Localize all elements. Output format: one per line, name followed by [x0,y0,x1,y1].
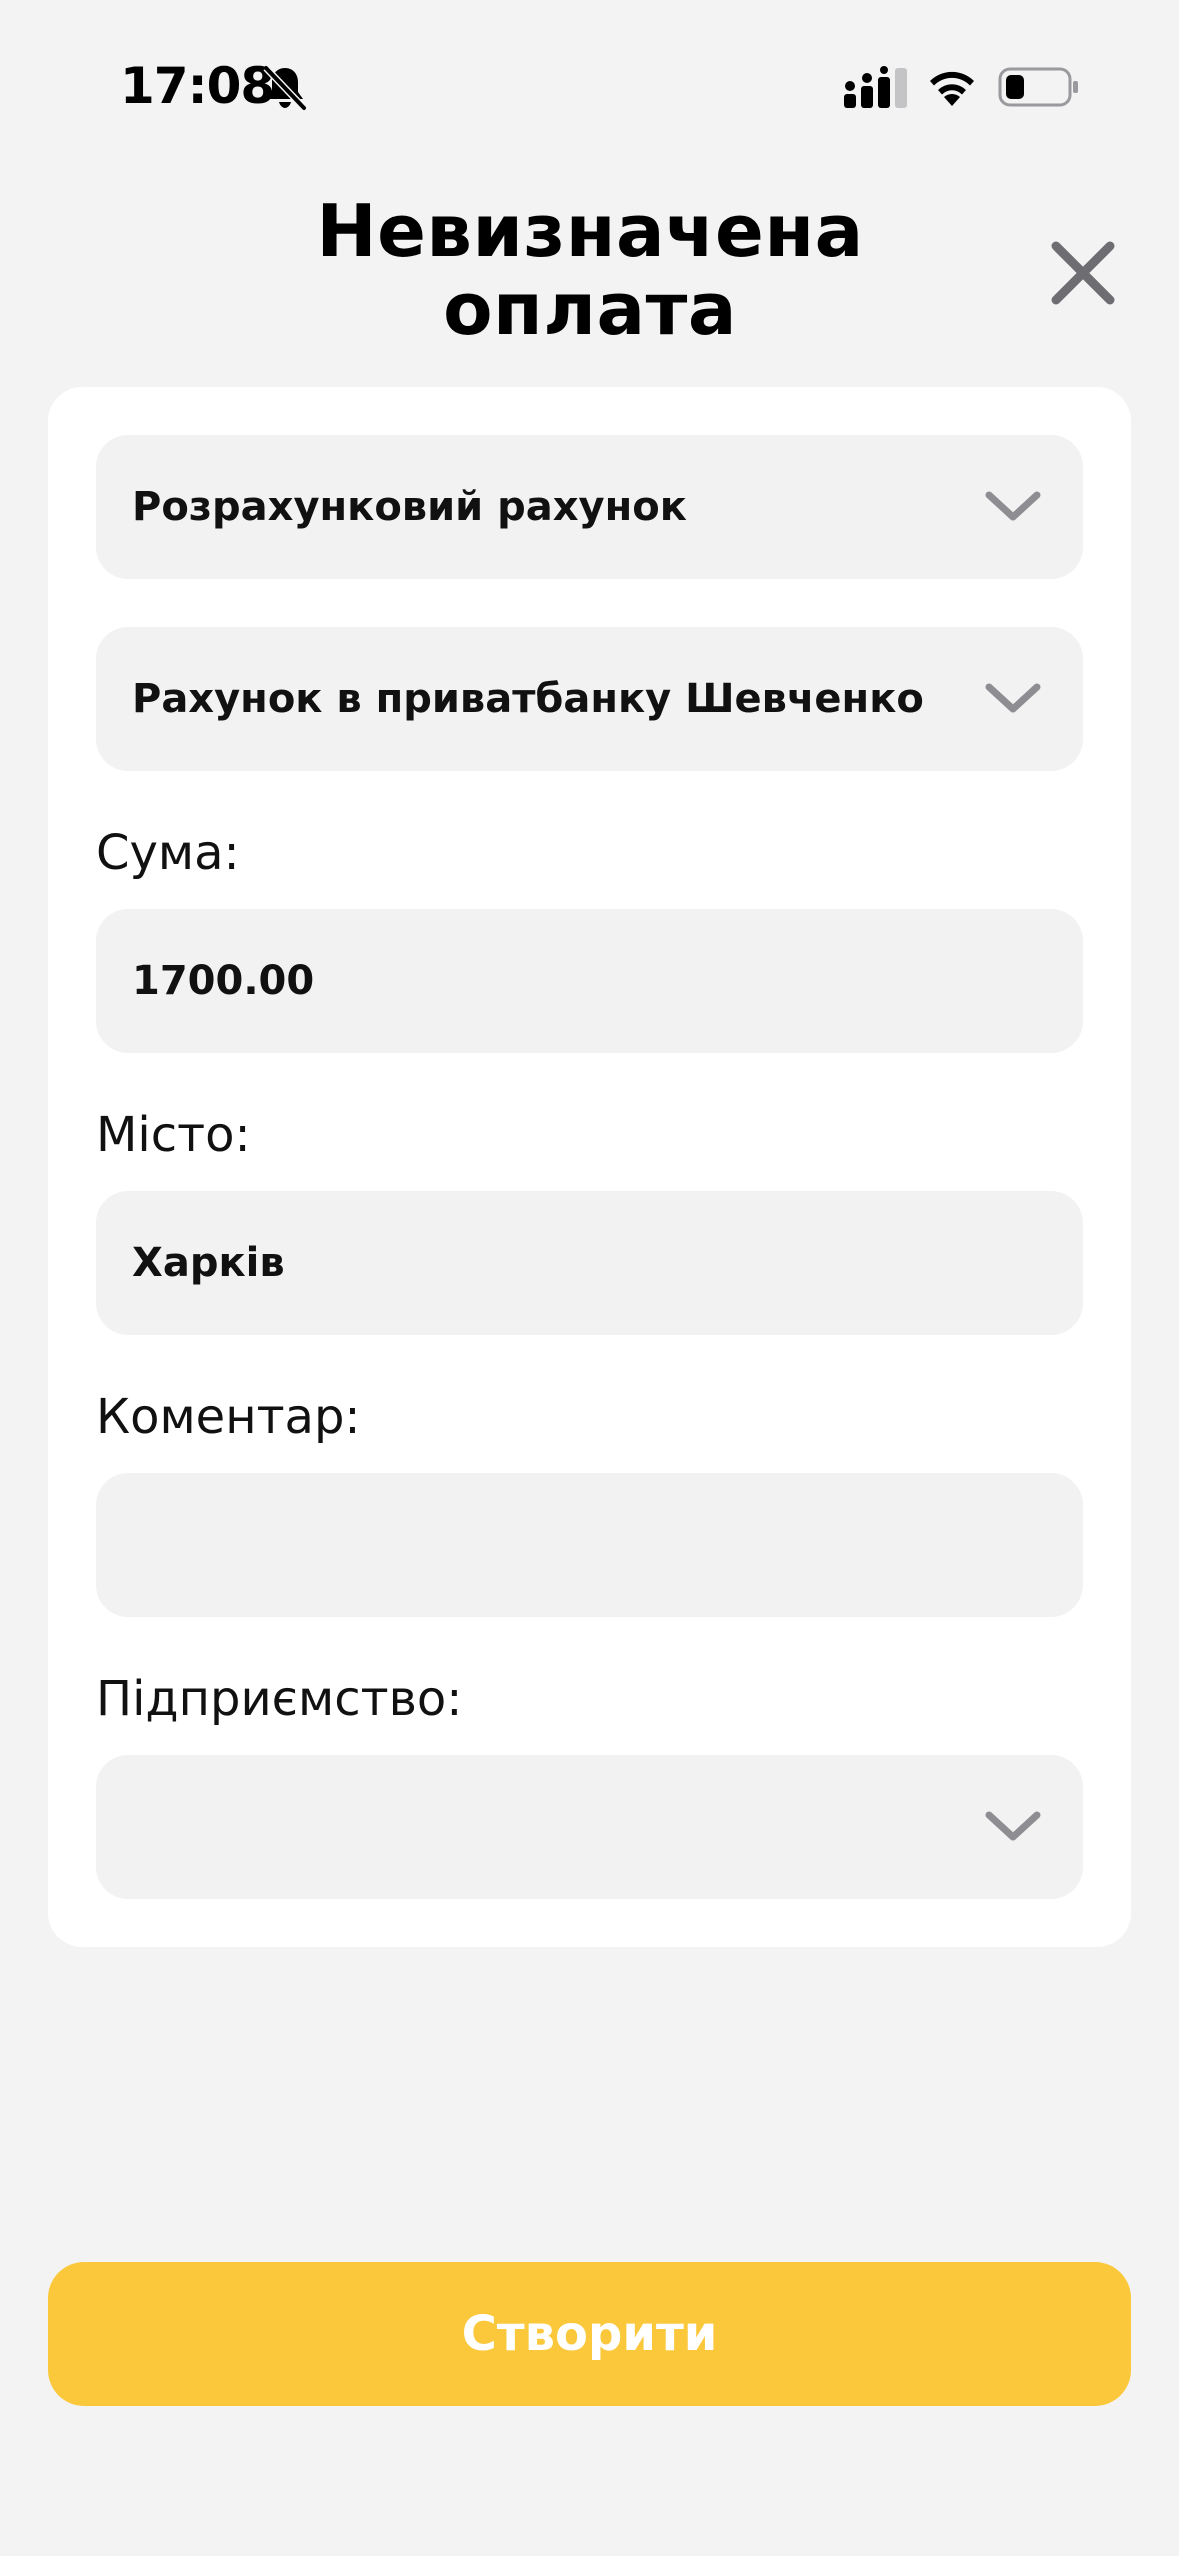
bell-slash-icon [263,65,307,111]
chevron-down-icon [985,683,1041,713]
city-label: Місто: [96,1107,251,1163]
chevron-down-icon [985,1811,1041,1841]
comment-field[interactable] [96,1473,1083,1617]
account-value: Рахунок в приватбанку Шевченко [132,676,924,722]
company-select[interactable] [96,1755,1083,1899]
battery-icon [998,67,1078,107]
city-field[interactable]: Харків [96,1191,1083,1335]
status-time: 17:08 [120,57,275,115]
company-label: Підприємство: [96,1671,463,1727]
page-title: Невизначена оплата [316,189,864,351]
close-button[interactable] [1040,230,1126,316]
create-button[interactable]: Створити [48,2262,1131,2406]
cellular-signal-icon [844,66,907,108]
account-type-value: Розрахунковий рахунок [132,484,687,530]
status-bar: 17:08 [0,0,1179,170]
amount-value: 1700.00 [132,958,315,1004]
amount-label: Сума: [96,825,240,881]
comment-label: Коментар: [96,1389,361,1445]
account-select[interactable]: Рахунок в приватбанку Шевченко [96,627,1083,771]
close-icon [1051,241,1115,305]
account-type-select[interactable]: Розрахунковий рахунок [96,435,1083,579]
city-value: Харків [132,1240,285,1286]
form-card: Розрахунковий рахунок Рахунок в приватба… [48,387,1131,1947]
wifi-icon [930,71,974,106]
amount-field[interactable]: 1700.00 [96,909,1083,1053]
chevron-down-icon [985,491,1041,521]
